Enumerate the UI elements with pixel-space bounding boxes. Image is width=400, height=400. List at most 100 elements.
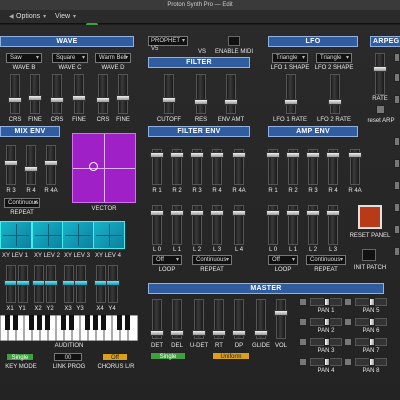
key-mode-selector[interactable]: Single bbox=[6, 353, 34, 361]
pan-4-slider[interactable] bbox=[310, 358, 342, 366]
xy-pad-1[interactable] bbox=[0, 221, 32, 249]
xy-fader-y1[interactable] bbox=[16, 265, 30, 303]
fader-thumb[interactable] bbox=[150, 152, 164, 158]
arp-option-6[interactable] bbox=[394, 181, 400, 190]
pan-7-slider[interactable] bbox=[355, 338, 387, 346]
fader-thumb[interactable] bbox=[72, 95, 86, 101]
fader-thumb[interactable] bbox=[44, 280, 58, 286]
pan-thumb[interactable] bbox=[369, 358, 375, 366]
amp-env-fader-r3[interactable] bbox=[306, 149, 320, 185]
mix-env-fader-r4a[interactable] bbox=[44, 145, 58, 185]
fader-thumb[interactable] bbox=[190, 210, 204, 216]
fader-thumb[interactable] bbox=[254, 330, 268, 336]
filter-env-fader-l0[interactable] bbox=[150, 205, 164, 245]
xy-fader-y3[interactable] bbox=[74, 265, 88, 303]
filter-env-repeat-select[interactable]: Continuous bbox=[192, 255, 232, 265]
pan-2-button[interactable] bbox=[299, 318, 307, 326]
amp-env-loop-select[interactable]: Off bbox=[268, 255, 298, 265]
filter-env-fader-r3[interactable] bbox=[190, 149, 204, 185]
arp-rate-fader[interactable] bbox=[373, 53, 387, 95]
reset-arp-button[interactable] bbox=[376, 105, 385, 114]
menu-options[interactable]: Options ▾ bbox=[16, 12, 46, 22]
pan-1-button[interactable] bbox=[299, 298, 307, 306]
lfo-1-shape-select[interactable]: Triangle bbox=[272, 53, 308, 63]
master-fader-vol[interactable] bbox=[274, 299, 288, 339]
arp-option-4[interactable] bbox=[394, 137, 400, 146]
fader-thumb[interactable] bbox=[28, 95, 42, 101]
xy-fader-x3[interactable] bbox=[62, 265, 76, 303]
xy-fader-x2[interactable] bbox=[32, 265, 46, 303]
pan-5-slider[interactable] bbox=[355, 298, 387, 306]
pan-3-slider[interactable] bbox=[310, 338, 342, 346]
res-fader[interactable] bbox=[194, 74, 208, 114]
mix-env-fader-r3[interactable] bbox=[4, 145, 18, 185]
fader-thumb[interactable] bbox=[96, 97, 110, 103]
fader-thumb[interactable] bbox=[106, 280, 120, 286]
wave-fader-4[interactable] bbox=[72, 74, 86, 114]
amp-env-fader-r2[interactable] bbox=[286, 149, 300, 185]
pan-8-slider[interactable] bbox=[355, 358, 387, 366]
fader-thumb[interactable] bbox=[192, 330, 206, 336]
vector-pad[interactable] bbox=[72, 133, 136, 203]
wave-b-select[interactable]: Saw bbox=[6, 53, 42, 63]
filter-env-fader-l4[interactable] bbox=[232, 205, 246, 245]
fader-thumb[interactable] bbox=[224, 99, 238, 105]
wave-fader-3[interactable] bbox=[50, 74, 64, 114]
arp-option-1[interactable] bbox=[394, 53, 400, 62]
fader-thumb[interactable] bbox=[373, 66, 387, 72]
master-fader-rt[interactable] bbox=[212, 299, 226, 339]
fader-thumb[interactable] bbox=[170, 210, 184, 216]
xy-fader-y4[interactable] bbox=[106, 265, 120, 303]
pan-thumb[interactable] bbox=[324, 358, 330, 366]
filter-env-fader-r4a[interactable] bbox=[232, 149, 246, 185]
filter-env-fader-l1[interactable] bbox=[170, 205, 184, 245]
amp-env-repeat-select[interactable]: Continuous bbox=[306, 255, 346, 265]
fader-thumb[interactable] bbox=[74, 280, 88, 286]
menu-left-chevron[interactable]: ◀ bbox=[6, 12, 14, 22]
amp-env-fader-r4[interactable] bbox=[326, 149, 340, 185]
lfo-1-rate-fader[interactable] bbox=[284, 74, 298, 114]
fader-thumb[interactable] bbox=[232, 330, 246, 336]
fader-thumb[interactable] bbox=[266, 152, 280, 158]
pan-6-slider[interactable] bbox=[355, 318, 387, 326]
arp-option-3[interactable] bbox=[394, 95, 400, 104]
wave-fader-1[interactable] bbox=[8, 74, 22, 114]
arp-option-2[interactable] bbox=[394, 73, 400, 82]
amp-env-fader-l3[interactable] bbox=[326, 205, 340, 245]
fader-thumb[interactable] bbox=[150, 330, 164, 336]
fader-thumb[interactable] bbox=[326, 210, 340, 216]
wave-c-select[interactable]: Square bbox=[52, 53, 88, 63]
fader-thumb[interactable] bbox=[284, 99, 298, 105]
mix-env-repeat-select[interactable]: Continuous bbox=[4, 198, 40, 208]
pan-thumb[interactable] bbox=[369, 298, 375, 306]
fader-thumb[interactable] bbox=[16, 280, 30, 286]
fader-thumb[interactable] bbox=[326, 152, 340, 158]
fader-thumb[interactable] bbox=[232, 210, 246, 216]
fader-thumb[interactable] bbox=[44, 160, 58, 166]
fader-thumb[interactable] bbox=[212, 330, 226, 336]
xy-fader-y2[interactable] bbox=[44, 265, 58, 303]
enable-midi-button[interactable] bbox=[228, 36, 240, 46]
det-mode-selector[interactable]: Single bbox=[150, 352, 186, 360]
vector-cursor-icon[interactable] bbox=[89, 162, 98, 171]
fader-thumb[interactable] bbox=[116, 95, 130, 101]
xy-pad-4[interactable] bbox=[93, 221, 125, 249]
fader-thumb[interactable] bbox=[306, 152, 320, 158]
fader-thumb[interactable] bbox=[190, 152, 204, 158]
fader-thumb[interactable] bbox=[348, 152, 362, 158]
filter-env-loop-select[interactable]: Off bbox=[152, 255, 182, 265]
filter-env-fader-r1[interactable] bbox=[150, 149, 164, 185]
amp-env-fader-l2[interactable] bbox=[306, 205, 320, 245]
menu-view[interactable]: View ▾ bbox=[55, 12, 76, 22]
fader-thumb[interactable] bbox=[170, 330, 184, 336]
pan-thumb[interactable] bbox=[324, 318, 330, 326]
filter-env-fader-l2[interactable] bbox=[190, 205, 204, 245]
fader-thumb[interactable] bbox=[150, 210, 164, 216]
fader-thumb[interactable] bbox=[170, 152, 184, 158]
amp-env-fader-r4a[interactable] bbox=[348, 149, 362, 185]
xy-fader-x1[interactable] bbox=[4, 265, 18, 303]
fader-thumb[interactable] bbox=[4, 160, 18, 166]
fader-thumb[interactable] bbox=[162, 97, 176, 103]
arp-option-8[interactable] bbox=[394, 225, 400, 234]
filter-env-fader-r4[interactable] bbox=[210, 149, 224, 185]
